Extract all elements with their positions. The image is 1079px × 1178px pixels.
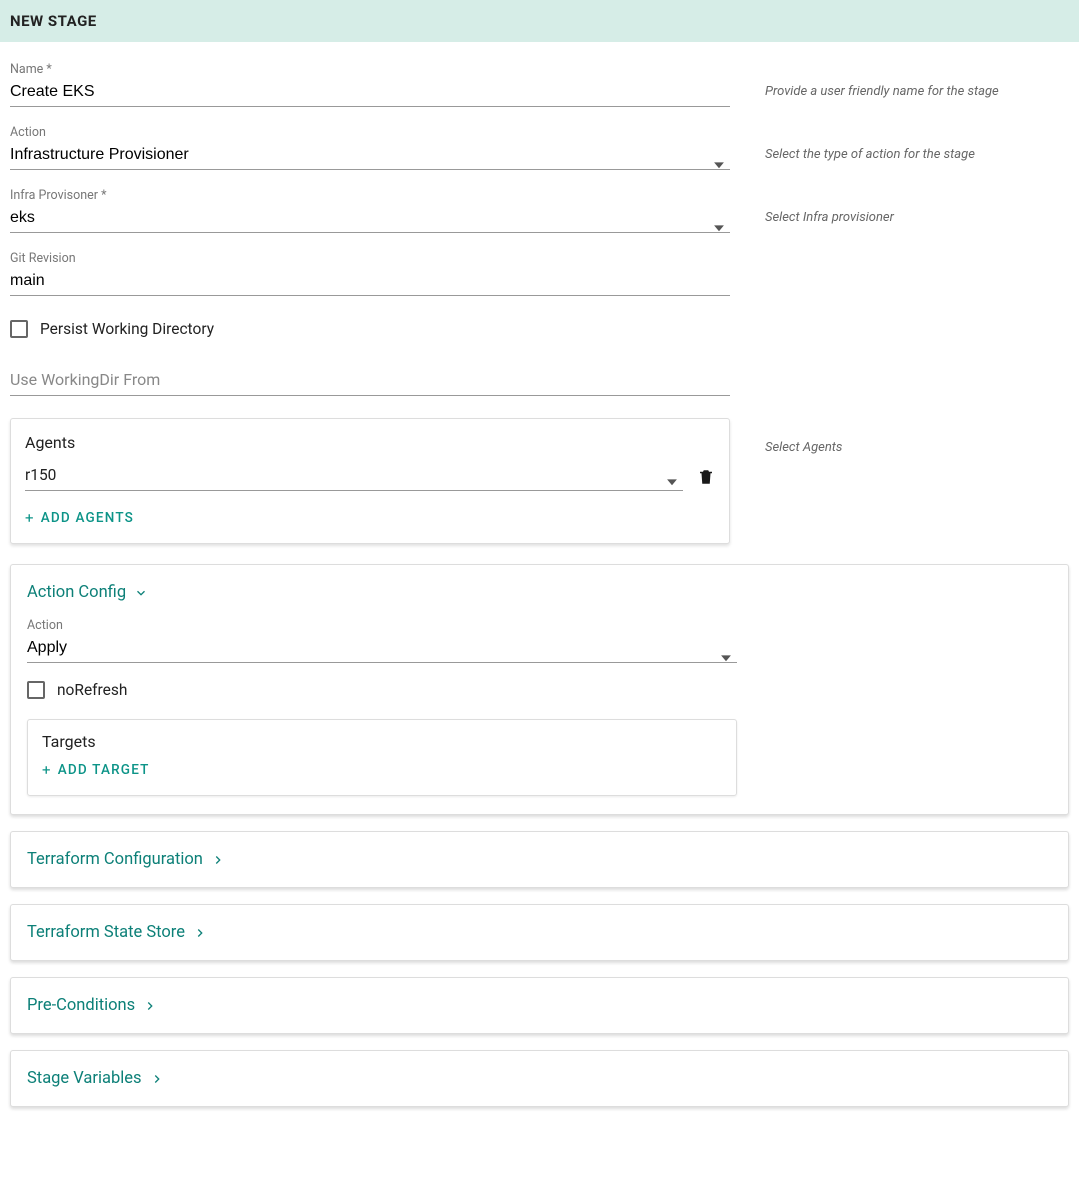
infra-hint: Select Infra provisioner <box>765 210 894 225</box>
name-hint: Provide a user friendly name for the sta… <box>765 84 999 99</box>
name-input[interactable] <box>10 80 730 107</box>
action-config-panel: Action Config Action noRefresh Targets +… <box>10 564 1069 815</box>
page-header: NEW STAGE <box>0 0 1079 42</box>
page-title: NEW STAGE <box>10 12 1069 30</box>
workingdir-input[interactable]: Use WorkingDir From <box>10 364 730 396</box>
preconditions-title: Pre-Conditions <box>27 996 135 1015</box>
terraform-config-panel: Terraform Configuration <box>10 831 1069 888</box>
terraform-state-title: Terraform State Store <box>27 923 185 942</box>
action-config-title: Action Config <box>27 583 126 602</box>
add-agents-button[interactable]: + ADD AGENTS <box>25 509 715 527</box>
action-select[interactable] <box>10 143 730 170</box>
chevron-right-icon <box>211 853 225 867</box>
persist-label: Persist Working Directory <box>40 320 214 338</box>
add-target-button[interactable]: + ADD TARGET <box>42 761 722 779</box>
preconditions-panel: Pre-Conditions <box>10 977 1069 1034</box>
git-label: Git Revision <box>10 251 730 266</box>
plus-icon: + <box>25 509 35 527</box>
stage-vars-header[interactable]: Stage Variables <box>27 1069 1052 1088</box>
git-input[interactable] <box>10 269 730 296</box>
norefresh-checkbox[interactable] <box>27 681 45 699</box>
infra-label: Infra Provisoner * <box>10 188 730 203</box>
action-label: Action <box>10 125 730 140</box>
add-target-label: ADD TARGET <box>58 762 150 778</box>
terraform-state-panel: Terraform State Store <box>10 904 1069 961</box>
stage-vars-panel: Stage Variables <box>10 1050 1069 1107</box>
form-body: Name * Provide a user friendly name for … <box>0 42 1079 564</box>
add-agents-label: ADD AGENTS <box>41 510 134 526</box>
targets-title: Targets <box>42 732 722 751</box>
chevron-down-icon <box>134 586 148 600</box>
chevron-right-icon <box>193 926 207 940</box>
norefresh-label: noRefresh <box>57 681 127 699</box>
persist-checkbox[interactable] <box>10 320 28 338</box>
terraform-config-header[interactable]: Terraform Configuration <box>27 850 1052 869</box>
delete-agent-button[interactable] <box>697 467 715 487</box>
agents-card: Agents r150 + ADD AGENTS <box>10 418 730 544</box>
terraform-state-header[interactable]: Terraform State Store <box>27 923 1052 942</box>
plus-icon: + <box>42 761 52 779</box>
stage-vars-title: Stage Variables <box>27 1069 142 1088</box>
chevron-right-icon <box>150 1072 164 1086</box>
chevron-right-icon <box>143 999 157 1013</box>
action-hint: Select the type of action for the stage <box>765 147 975 162</box>
infra-select[interactable] <box>10 206 730 233</box>
preconditions-header[interactable]: Pre-Conditions <box>27 996 1052 1015</box>
ac-action-select[interactable] <box>27 636 737 663</box>
action-config-header[interactable]: Action Config <box>27 583 1052 602</box>
agents-hint: Select Agents <box>765 440 842 455</box>
terraform-config-title: Terraform Configuration <box>27 850 203 869</box>
ac-action-label: Action <box>27 618 737 633</box>
agent-select[interactable]: r150 <box>25 462 683 491</box>
agents-title: Agents <box>25 433 715 452</box>
name-label: Name * <box>10 62 730 77</box>
targets-card: Targets + ADD TARGET <box>27 719 737 796</box>
